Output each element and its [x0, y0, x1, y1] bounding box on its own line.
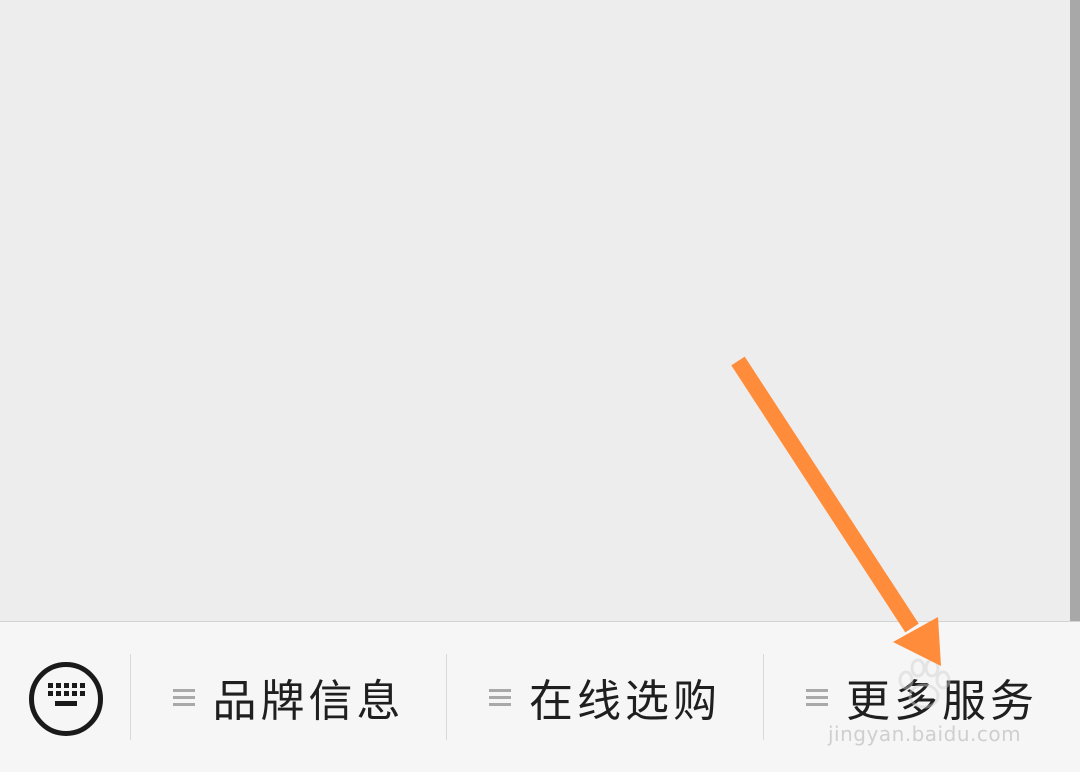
chat-area [0, 0, 1080, 621]
menu-item-brand-info[interactable]: 品牌信息 [131, 654, 446, 740]
menu-item-label: 在线选购 [529, 676, 721, 727]
keyboard-toggle-button[interactable] [29, 662, 103, 736]
watermark-text: jingyan.baidu.com [828, 722, 1022, 746]
watermark-paw-icon [898, 658, 951, 709]
scrollbar[interactable] [1070, 0, 1080, 621]
menu-item-label: 品牌信息 [212, 676, 405, 727]
menu-item-online-shopping[interactable]: 在线选购 [447, 654, 763, 740]
keyboard-icon [48, 683, 85, 706]
menu-lines-icon [806, 687, 828, 707]
menu-lines-icon [172, 687, 195, 707]
menu-lines-icon [489, 687, 511, 707]
